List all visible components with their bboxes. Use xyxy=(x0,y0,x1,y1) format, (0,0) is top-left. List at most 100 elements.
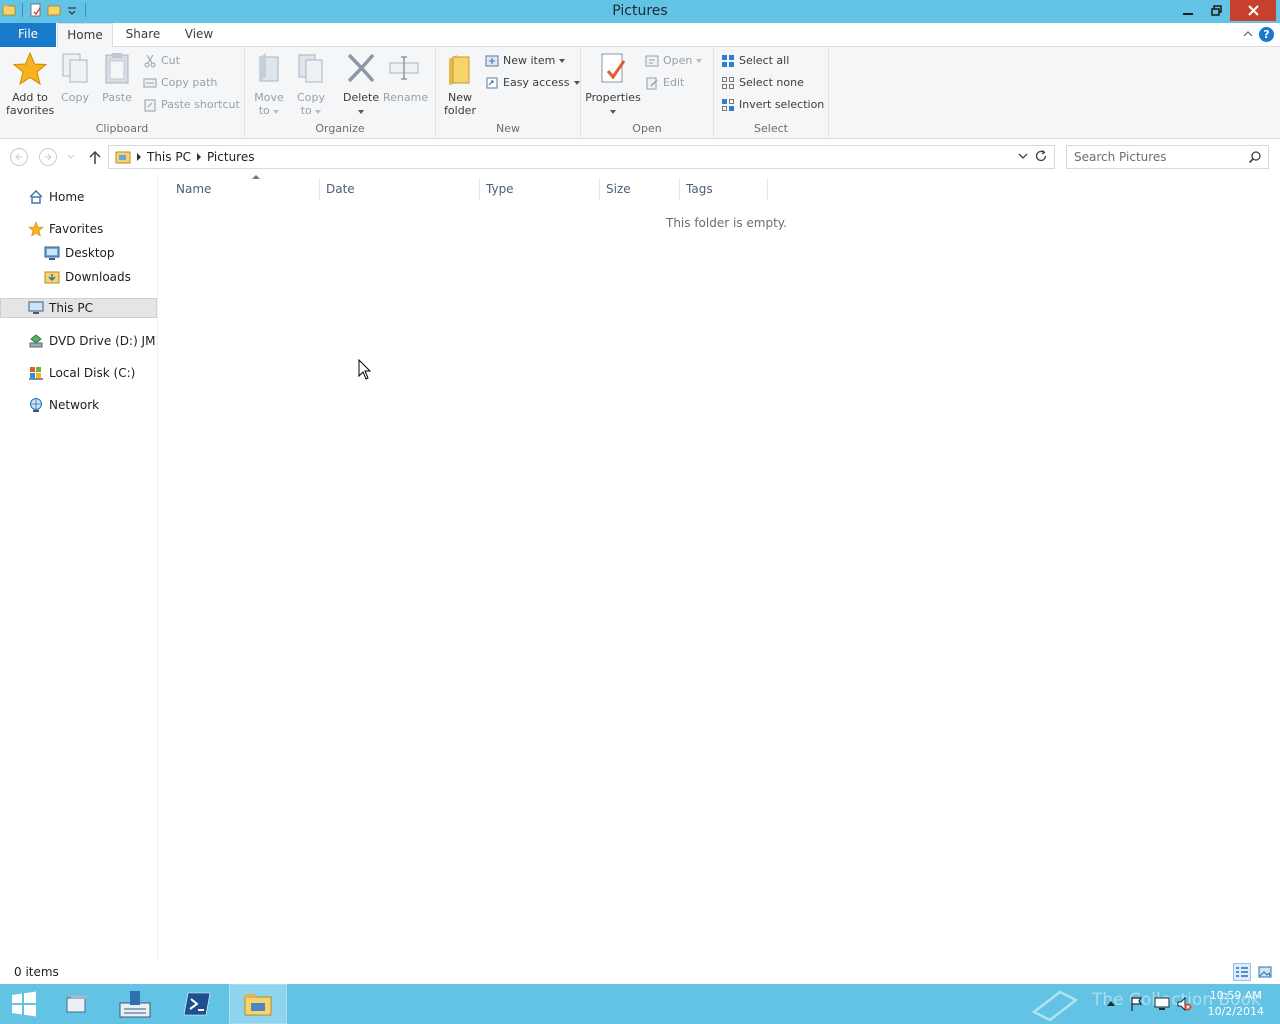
move-to-button[interactable]: Move to xyxy=(251,51,287,117)
windows-logo-icon xyxy=(12,991,36,1017)
nav-item-network[interactable]: Network xyxy=(0,395,157,415)
collapse-ribbon-icon[interactable] xyxy=(1242,28,1254,40)
up-arrow-icon[interactable] xyxy=(88,149,102,165)
arrow-right-icon xyxy=(45,153,52,161)
network-tray-icon[interactable] xyxy=(1154,996,1170,1012)
column-header-type[interactable]: Type xyxy=(479,178,600,200)
file-list[interactable]: Name Date Type Size Tags This folder is … xyxy=(159,174,1280,960)
rename-button[interactable]: Rename xyxy=(383,51,428,104)
nav-item-desktop[interactable]: Desktop xyxy=(0,243,157,263)
column-size-label: Size xyxy=(606,182,631,196)
chevron-down-icon xyxy=(696,59,703,63)
easy-access-label: Easy access xyxy=(503,76,570,89)
help-button[interactable]: ? xyxy=(1259,27,1274,42)
tab-view[interactable]: View xyxy=(176,23,222,47)
open-button[interactable]: Open xyxy=(645,51,703,71)
breadcrumb-chevron[interactable] xyxy=(137,153,141,161)
column-header-name[interactable]: Name xyxy=(169,175,320,200)
volume-muted-icon[interactable] xyxy=(1176,996,1192,1012)
search-icon[interactable] xyxy=(1248,150,1262,164)
copy-button[interactable]: Copy xyxy=(58,51,92,104)
new-folder-button[interactable]: New folder xyxy=(442,51,478,117)
move-to-label-2: to xyxy=(251,104,287,117)
properties-button[interactable]: Properties xyxy=(585,51,641,117)
details-view-button[interactable] xyxy=(1233,963,1251,981)
nav-item-dvd-drive[interactable]: DVD Drive (D:) JM1_S xyxy=(0,331,157,351)
delete-button[interactable]: Delete xyxy=(343,51,379,117)
close-icon xyxy=(1247,5,1259,16)
clock-date: 10/2/2014 xyxy=(1207,1005,1264,1018)
scissors-icon xyxy=(144,54,156,68)
search-box[interactable] xyxy=(1066,145,1269,169)
taskbar-server-manager[interactable] xyxy=(106,984,164,1024)
refresh-icon[interactable] xyxy=(1034,149,1048,163)
invert-selection-button[interactable]: Invert selection xyxy=(721,95,824,115)
address-history-icon[interactable] xyxy=(1018,151,1028,161)
delete-dropdown[interactable] xyxy=(343,104,379,117)
minimize-button[interactable] xyxy=(1174,0,1202,21)
invert-selection-icon xyxy=(722,99,734,111)
new-group: New folder New item Easy access New xyxy=(436,47,581,139)
paste-button[interactable]: Paste xyxy=(98,51,136,104)
breadcrumb-chevron[interactable] xyxy=(196,153,201,161)
organize-group: Move to Copy to Delete Rename Organize xyxy=(245,47,436,139)
new-item-button[interactable]: New item xyxy=(485,51,566,71)
copy-icon xyxy=(62,53,88,83)
tab-share[interactable]: Share xyxy=(119,23,167,47)
server-manager-icon xyxy=(119,991,151,1018)
column-header-tags[interactable]: Tags xyxy=(679,178,768,200)
taskbar-powershell[interactable] xyxy=(168,984,226,1024)
column-header-size[interactable]: Size xyxy=(599,178,680,200)
edit-button[interactable]: Edit xyxy=(645,73,684,93)
nav-downloads-label: Downloads xyxy=(65,270,131,284)
tab-file[interactable]: File xyxy=(0,23,56,47)
system-tray: The Collection Book 10:59 AM 10/2/2014 xyxy=(1030,984,1280,1024)
add-to-favorites-label-1: Add to xyxy=(12,91,48,104)
paste-shortcut-button[interactable]: Paste shortcut xyxy=(143,95,240,115)
select-all-button[interactable]: Select all xyxy=(721,51,789,71)
details-view-icon xyxy=(1236,967,1248,977)
easy-access-icon xyxy=(486,77,498,89)
start-button[interactable] xyxy=(0,984,48,1024)
easy-access-button[interactable]: Easy access xyxy=(485,73,580,93)
breadcrumb-this-pc[interactable]: This PC xyxy=(147,150,191,164)
new-item-label: New item xyxy=(503,54,556,67)
search-input[interactable] xyxy=(1067,146,1237,168)
add-to-favorites-button[interactable]: Add to favorites xyxy=(6,51,54,117)
nav-item-local-disk[interactable]: Local Disk (C:) xyxy=(0,363,157,383)
nav-local-disk-label: Local Disk (C:) xyxy=(49,366,136,380)
breadcrumb-pictures[interactable]: Pictures xyxy=(207,150,255,164)
status-bar: 0 items xyxy=(0,960,1280,984)
large-icons-view-button[interactable] xyxy=(1256,963,1274,981)
tab-home[interactable]: Home xyxy=(57,23,113,48)
properties-label: Properties xyxy=(585,91,641,104)
clock-time: 10:59 AM xyxy=(1209,989,1262,1002)
address-bar[interactable]: This PC Pictures xyxy=(108,145,1055,169)
title-bar: Pictures xyxy=(0,0,1280,23)
nav-network-label: Network xyxy=(49,398,100,412)
forward-button[interactable] xyxy=(39,148,57,166)
navigation-bar: This PC Pictures xyxy=(0,140,1280,174)
pictures-folder-icon xyxy=(115,151,131,164)
chevron-down-icon xyxy=(273,110,280,114)
nav-item-favorites[interactable]: Favorites xyxy=(0,219,157,239)
recent-locations-icon[interactable] xyxy=(67,154,75,160)
close-button[interactable] xyxy=(1230,0,1276,21)
taskbar-clock[interactable]: 10:59 AM 10/2/2014 xyxy=(1208,988,1264,1020)
properties-dropdown[interactable] xyxy=(585,104,641,117)
show-hidden-icons-icon[interactable] xyxy=(1106,999,1116,1007)
nav-item-downloads[interactable]: Downloads xyxy=(0,267,157,287)
copy-path-button[interactable]: Copy path xyxy=(143,73,217,93)
nav-item-home[interactable]: Home xyxy=(0,187,157,207)
taskbar-task-view[interactable] xyxy=(48,984,106,1024)
select-none-button[interactable]: Select none xyxy=(721,73,804,93)
paste-label: Paste xyxy=(102,91,132,104)
cut-button[interactable]: Cut xyxy=(143,51,180,71)
copy-to-button[interactable]: Copy to xyxy=(293,51,329,117)
taskbar-file-explorer[interactable] xyxy=(229,984,287,1024)
action-center-flag-icon[interactable] xyxy=(1130,996,1144,1012)
nav-item-this-pc[interactable]: This PC xyxy=(0,298,157,318)
restore-button[interactable] xyxy=(1202,0,1230,21)
back-button[interactable] xyxy=(10,148,28,166)
column-header-date[interactable]: Date xyxy=(319,178,480,200)
